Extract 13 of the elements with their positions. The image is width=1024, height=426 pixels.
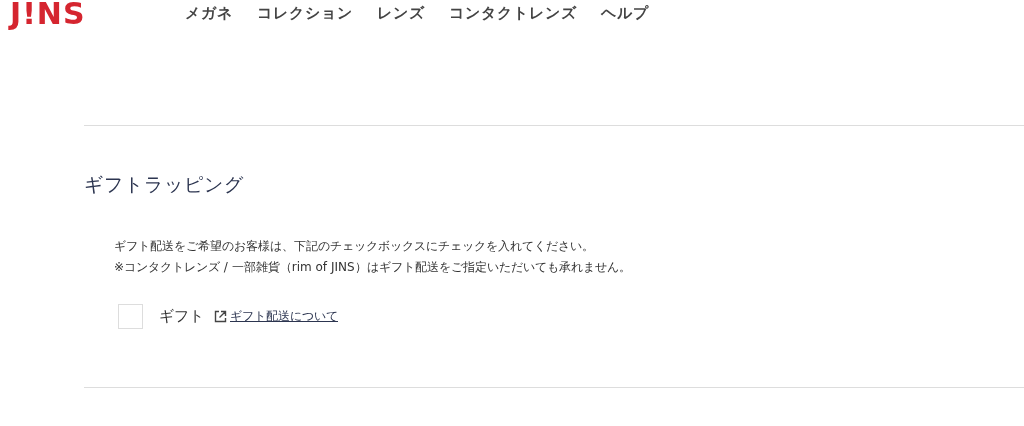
- notice-text: ギフト配送をご希望のお客様は、下記のチェックボックスにチェックを入れてください。: [114, 238, 595, 255]
- notice-text: ※コンタクトレンズ / 一部雑貨（rim of JINS）はギフト配送をご指定いただいても承れません。: [114, 259, 632, 276]
- nav-link[interactable]: レンズ: [377, 3, 425, 23]
- gift-delivery-link[interactable]: ギフト配送について: [230, 308, 338, 325]
- nav-link[interactable]: メガネ: [185, 3, 233, 23]
- checkbox[interactable]: [118, 304, 143, 329]
- logo[interactable]: J!NS: [10, 0, 185, 29]
- nav-link[interactable]: コレクション: [257, 3, 353, 23]
- nav-link[interactable]: コンタクトレンズ: [449, 3, 577, 23]
- external-link-icon: [214, 310, 227, 323]
- nav-link[interactable]: ヘルプ: [601, 3, 649, 23]
- section-title: ギフトラッピング: [84, 172, 245, 197]
- checkbox-label: ギフト: [159, 307, 204, 326]
